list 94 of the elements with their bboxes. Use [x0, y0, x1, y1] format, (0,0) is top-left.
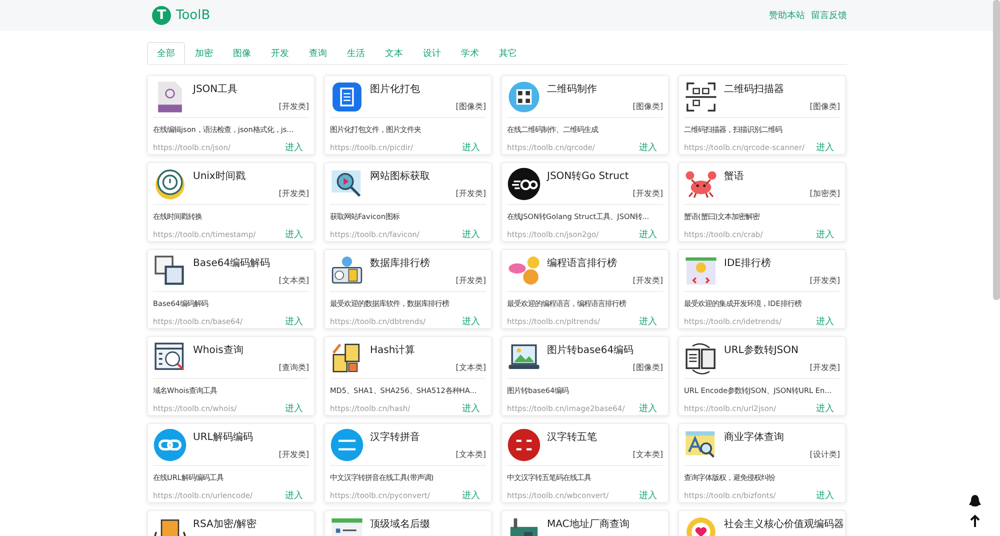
qr-scan-icon — [684, 80, 718, 114]
tool-title: 二维码制作 — [547, 82, 598, 96]
tool-title: Unix时间戳 — [193, 170, 246, 183]
enter-link[interactable]: 进入 — [816, 141, 834, 154]
header-link[interactable]: 留言反馈 — [811, 9, 847, 22]
category-tab[interactable]: 其它 — [489, 42, 527, 64]
back-to-top-icon[interactable] — [968, 514, 982, 528]
enter-link[interactable]: 进入 — [462, 489, 480, 502]
tool-category: [开发类] — [456, 188, 486, 199]
enter-link[interactable]: 进入 — [639, 402, 657, 415]
tool-title: 汉字转拼音 — [370, 430, 421, 444]
enter-link[interactable]: 进入 — [285, 489, 303, 502]
enter-link[interactable]: 进入 — [816, 315, 834, 328]
tool-card[interactable]: RSA加密/解密 — [147, 510, 315, 536]
enter-link[interactable]: 进入 — [639, 141, 657, 154]
tool-title: IDE排行榜 — [724, 256, 772, 270]
tool-title: MAC地址厂商查询 — [547, 518, 630, 531]
category-tab[interactable]: 生活 — [337, 42, 375, 64]
tool-title: 商业字体查询 — [724, 430, 785, 444]
header-link[interactable]: 赞助本站 — [769, 9, 805, 22]
enter-link[interactable]: 进入 — [285, 141, 303, 154]
tool-card[interactable]: 顶级域名后缀 — [324, 510, 492, 536]
tool-card[interactable]: MAC地址厂商查询 — [501, 510, 669, 536]
logo[interactable]: T — [152, 6, 171, 25]
tool-title: Whois查询 — [193, 344, 244, 357]
tool-title: 编程语言排行榜 — [547, 256, 618, 270]
tool-title: 汉字转五笔 — [547, 430, 598, 444]
qr-code-icon — [507, 80, 541, 114]
category-tab[interactable]: 加密 — [185, 42, 223, 64]
tool-category: [加密类] — [810, 188, 840, 199]
tool-title: Hash计算 — [370, 344, 416, 357]
dashed-circle-icon — [507, 428, 541, 462]
link-icon — [153, 428, 187, 462]
tool-title: 网站图标获取 — [370, 170, 431, 183]
enter-link[interactable]: 进入 — [285, 315, 303, 328]
tool-category: [设计类] — [810, 449, 840, 460]
document-icon — [330, 80, 364, 114]
site-name[interactable]: ToolB — [176, 8, 210, 23]
striped-circle-icon — [330, 428, 364, 462]
enter-link[interactable]: 进入 — [285, 402, 303, 415]
tool-category: [图像类] — [810, 101, 840, 112]
enter-link[interactable]: 进入 — [639, 489, 657, 502]
tool-title: URL参数转JSON — [724, 344, 800, 357]
enter-link[interactable]: 进入 — [462, 141, 480, 154]
tool-category: [文本类] — [456, 449, 486, 460]
tool-title: JSON转Go Struct — [547, 170, 630, 183]
enter-link[interactable]: 进入 — [462, 315, 480, 328]
tool-category: [开发类] — [632, 275, 663, 286]
enter-link[interactable]: 进入 — [462, 228, 480, 241]
tool-category: [图像类] — [632, 101, 663, 112]
tool-category: [图像类] — [632, 362, 663, 373]
enter-link[interactable]: 进入 — [816, 228, 834, 241]
tool-category: [文本类] — [278, 275, 309, 286]
overlapping-squares-icon — [153, 254, 187, 288]
category-tab[interactable]: 文本 — [375, 42, 413, 64]
tool-category: [文本类] — [456, 362, 486, 373]
tool-category: [开发类] — [632, 188, 663, 199]
category-tab[interactable]: 全部 — [147, 42, 185, 64]
enter-link[interactable]: 进入 — [639, 315, 657, 328]
tool-title: 数据库排行榜 — [370, 256, 431, 270]
tool-category: [开发类] — [278, 188, 309, 199]
enter-link[interactable]: 进入 — [285, 228, 303, 241]
tool-title: 顶级域名后缀 — [370, 518, 431, 531]
tool-title: URL解码编码 — [193, 430, 254, 444]
category-tab[interactable]: 开发 — [261, 42, 299, 64]
tool-category: [查询类] — [278, 362, 309, 373]
enter-link[interactable]: 进入 — [462, 402, 480, 415]
scrollbar[interactable] — [993, 0, 1000, 300]
tool-card[interactable]: 社会主义核心价值观编码器 — [678, 510, 846, 536]
category-tab[interactable]: 学术 — [451, 42, 489, 64]
tool-title: 蟹语 — [724, 170, 745, 183]
category-tab[interactable]: 图像 — [223, 42, 261, 64]
tool-category: [图像类] — [456, 101, 486, 112]
documents-icon — [684, 341, 718, 375]
enter-link[interactable]: 进入 — [816, 402, 834, 415]
tool-category: [开发类] — [278, 101, 309, 112]
stopwatch-icon — [153, 167, 187, 201]
tool-title: RSA加密/解密 — [193, 518, 258, 531]
penguin-icon[interactable] — [968, 494, 982, 508]
enter-link[interactable]: 进入 — [639, 228, 657, 241]
speed-lines-icon — [507, 167, 541, 201]
tool-category: [开发类] — [810, 362, 840, 373]
tool-title: 二维码扫描器 — [724, 82, 785, 96]
category-tab[interactable]: 查询 — [299, 42, 337, 64]
tool-title: 图片化打包 — [370, 82, 421, 96]
tool-category: [开发类] — [810, 275, 840, 286]
tool-title: 图片转base64编码 — [547, 344, 635, 357]
tool-category: [开发类] — [278, 449, 309, 460]
tool-title: Base64编码解码 — [193, 256, 272, 270]
tool-category: [文本类] — [632, 449, 663, 460]
category-tab[interactable]: 设计 — [413, 42, 451, 64]
enter-link[interactable]: 进入 — [816, 489, 834, 502]
tool-category: [开发类] — [456, 275, 486, 286]
tool-title: JSON工具 — [193, 83, 239, 96]
